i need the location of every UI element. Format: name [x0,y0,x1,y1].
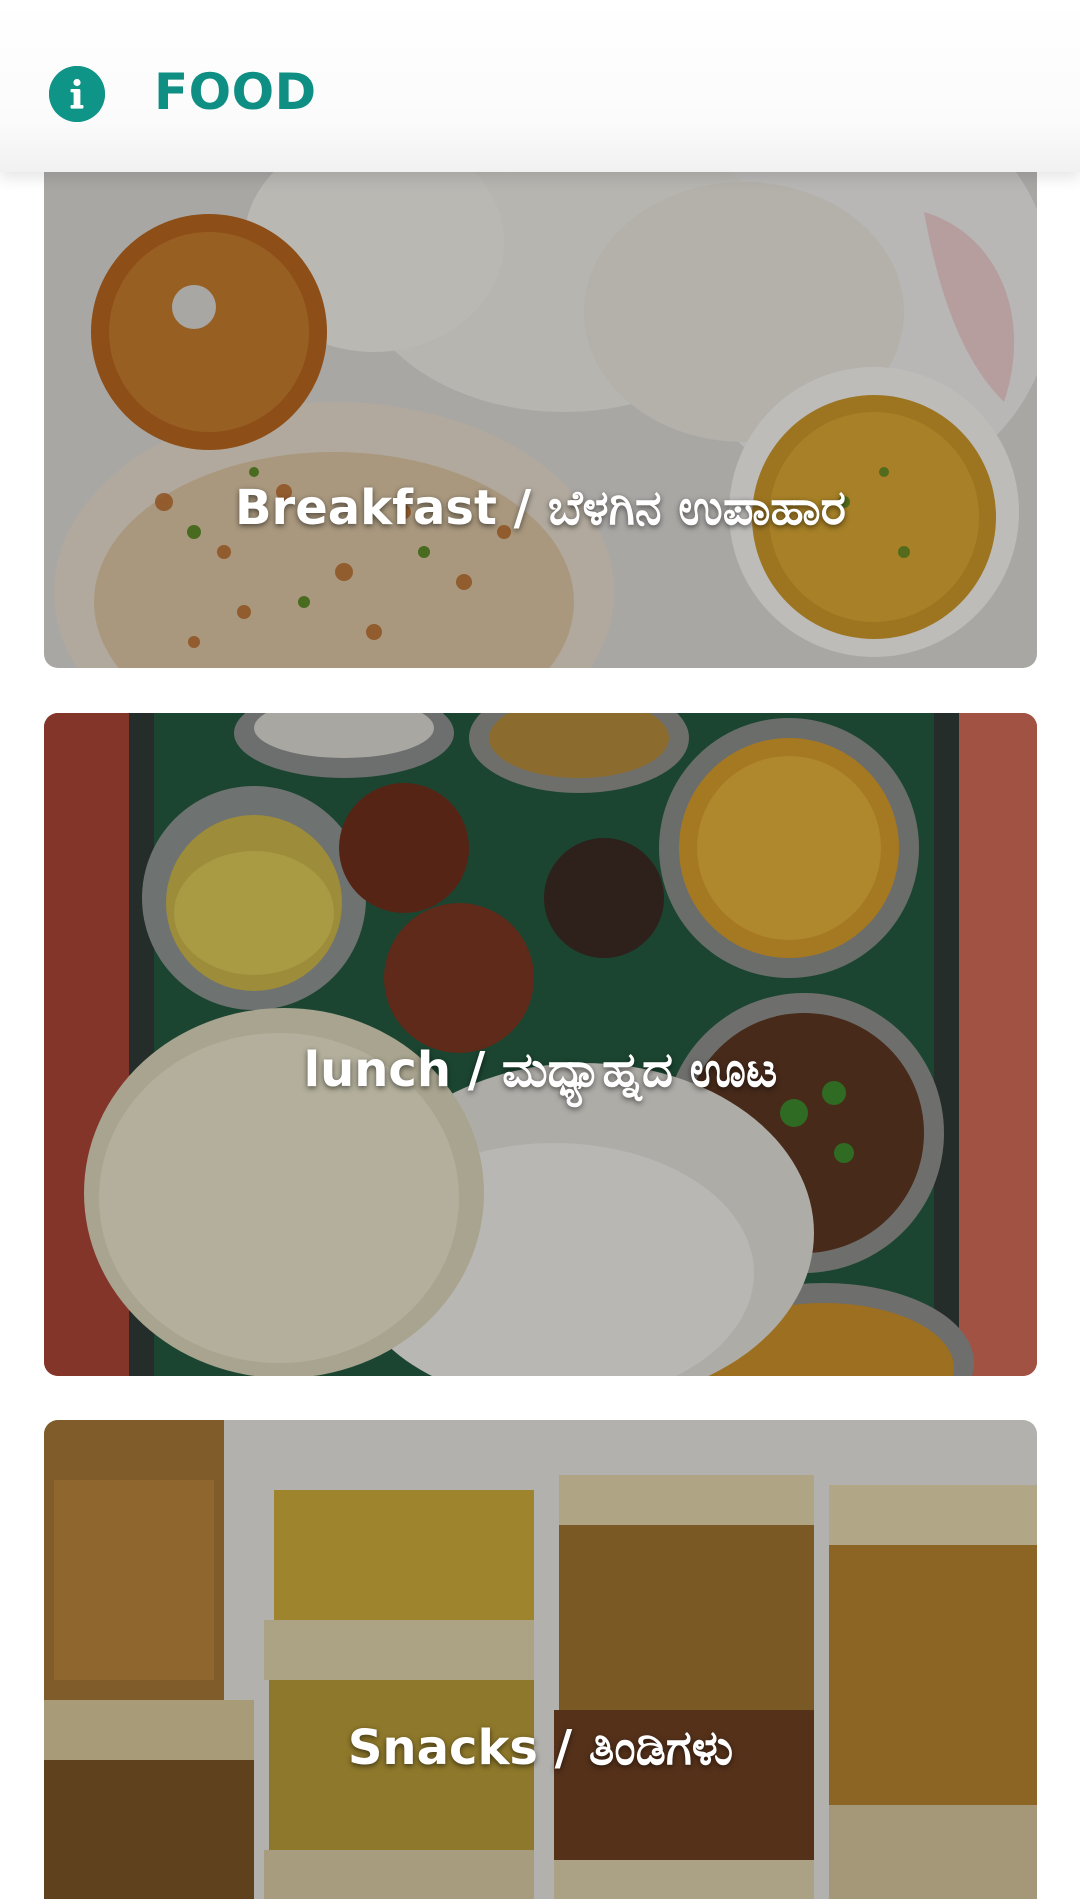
category-card-snacks[interactable]: Snacks / ತಿಂಡಿಗಳು [44,1420,1037,1899]
category-label: Breakfast / ಬೆಳಗಿನ ಉಪಾಹಾರ [234,480,847,536]
page-title: FOOD [154,63,317,121]
image-overlay [44,172,1037,668]
app-screen: FOOD Breakfast / ಬೆಳಗಿನ ಉಪಾಹಾರ lunch / ಮ… [0,0,1080,1899]
info-icon [49,66,105,122]
app-header: FOOD [0,0,1080,172]
category-card-breakfast[interactable]: Breakfast / ಬೆಳಗಿನ ಉಪಾಹಾರ [44,172,1037,668]
category-label: lunch / ಮಧ್ಯಾಹ್ನದ ಊಟ [303,1042,778,1098]
image-overlay [44,1420,1037,1899]
info-button[interactable] [49,66,105,122]
category-label: Snacks / ತಿಂಡಿಗಳು [347,1720,734,1776]
category-card-lunch[interactable]: lunch / ಮಧ್ಯಾಹ್ನದ ಊಟ [44,713,1037,1376]
